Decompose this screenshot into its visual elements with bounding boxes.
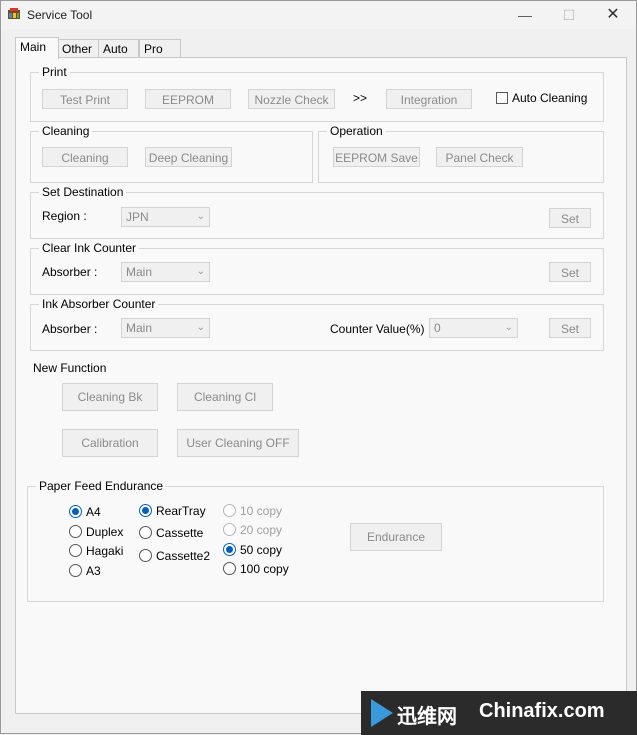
user-cleaning-off-button[interactable]: User Cleaning OFF <box>177 429 299 457</box>
watermark-arrow-icon <box>371 699 393 727</box>
radio-cassette-label: Cassette <box>156 526 204 540</box>
set-destination-legend: Set Destination <box>39 185 127 199</box>
absorber-value: Main <box>126 321 153 335</box>
paper-feed-legend: Paper Feed Endurance <box>36 479 167 493</box>
ink-absorber-counter-legend: Ink Absorber Counter <box>39 297 159 311</box>
radio-reartray-label: RearTray <box>156 504 206 518</box>
radio-duplex[interactable] <box>69 525 82 538</box>
watermark-en-text: Chinafix.com <box>479 700 605 722</box>
title-bar: Service Tool — ☐ ✕ <box>1 1 636 29</box>
tab-main[interactable]: Main <box>15 37 59 59</box>
auto-cleaning-checkbox[interactable] <box>496 92 508 104</box>
region-value: JPN <box>126 210 149 224</box>
integration-button[interactable]: Integration <box>386 89 472 109</box>
print-group: Print Test Print EEPROM Nozzle Check >> … <box>30 65 604 122</box>
counter-value-select[interactable]: 0 ⌄ <box>429 318 518 338</box>
cleaning-group: Cleaning Cleaning Deep Cleaning <box>30 124 313 183</box>
chevron-down-icon: ⌄ <box>196 211 205 222</box>
operation-group: Operation EEPROM Save Panel Check <box>318 124 604 183</box>
app-icon <box>8 8 20 19</box>
radio-a4[interactable] <box>69 505 82 518</box>
watermark-cn-text: 迅维网 <box>397 706 457 728</box>
radio-100-copy-label: 100 copy <box>240 562 289 576</box>
operation-legend: Operation <box>327 124 386 138</box>
nozzle-check-button[interactable]: Nozzle Check <box>248 89 335 109</box>
radio-cassette2-label: Cassette2 <box>156 549 211 563</box>
counter-value-label: Counter Value(%) : <box>330 322 432 336</box>
radio-100-copy[interactable] <box>223 562 236 575</box>
radio-a3[interactable] <box>69 564 82 577</box>
region-label: Region : <box>42 209 87 223</box>
radio-reartray[interactable] <box>139 504 152 517</box>
radio-cassette[interactable] <box>139 526 152 539</box>
absorber-label: Absorber : <box>42 265 98 279</box>
set-destination-set-button[interactable]: Set <box>549 208 591 228</box>
service-tool-window: Service Tool — ☐ ✕ Main Other Auto Pro P… <box>0 0 637 735</box>
new-function-title: New Function <box>33 361 107 375</box>
ink-absorber-counter-group: Ink Absorber Counter Absorber : Main ⌄ C… <box>30 297 604 351</box>
radio-a3-label: A3 <box>86 564 101 578</box>
cleaning-bk-button[interactable]: Cleaning Bk <box>62 383 158 411</box>
close-button[interactable]: ✕ <box>591 3 635 27</box>
set-destination-group: Set Destination Region : JPN ⌄ Set <box>30 185 604 239</box>
tab-auto[interactable]: Auto <box>98 39 139 58</box>
eeprom-button[interactable]: EEPROM <box>145 89 231 109</box>
radio-hagaki-label: Hagaki <box>86 544 124 558</box>
radio-10-copy-label: 10 copy <box>240 504 283 518</box>
cleaning-legend: Cleaning <box>39 124 93 138</box>
radio-50-copy[interactable] <box>223 543 236 556</box>
auto-cleaning-label: Auto Cleaning <box>512 91 588 105</box>
absorber-value: Main <box>126 265 153 279</box>
tab-other[interactable]: Other <box>57 39 99 58</box>
radio-duplex-label: Duplex <box>86 525 124 539</box>
minimize-button[interactable]: — <box>503 3 547 27</box>
clear-ink-counter-group: Clear Ink Counter Absorber : Main ⌄ Set <box>30 241 604 295</box>
radio-20-copy[interactable] <box>223 523 236 536</box>
radio-10-copy[interactable] <box>223 504 236 517</box>
cleaning-cl-button[interactable]: Cleaning Cl <box>177 383 273 411</box>
region-select[interactable]: JPN ⌄ <box>121 207 210 227</box>
chevron-down-icon: ⌄ <box>196 322 205 333</box>
chevron-down-icon: ⌄ <box>196 266 205 277</box>
print-legend: Print <box>39 65 70 79</box>
clear-ink-counter-legend: Clear Ink Counter <box>39 241 140 255</box>
window-title: Service Tool <box>27 8 93 22</box>
radio-20-copy-label: 20 copy <box>240 523 283 537</box>
radio-a4-label: A4 <box>86 505 101 519</box>
absorber-select[interactable]: Main ⌄ <box>121 262 210 282</box>
test-print-button[interactable]: Test Print <box>42 89 128 109</box>
radio-hagaki[interactable] <box>69 544 82 557</box>
absorber-label: Absorber : <box>42 322 98 336</box>
chinafix-watermark: 迅维网 Chinafix.com <box>361 691 637 735</box>
arrows-label: >> <box>353 91 368 105</box>
counter-value: 0 <box>434 321 441 335</box>
clear-ink-counter-set-button[interactable]: Set <box>549 262 591 282</box>
cleaning-button[interactable]: Cleaning <box>42 147 128 167</box>
endurance-button[interactable]: Endurance <box>350 523 442 551</box>
deep-cleaning-button[interactable]: Deep Cleaning <box>145 147 232 167</box>
chevron-down-icon: ⌄ <box>504 322 513 333</box>
calibration-button[interactable]: Calibration <box>62 429 158 457</box>
main-tab-panel: Print Test Print EEPROM Nozzle Check >> … <box>15 57 627 714</box>
maximize-button[interactable]: ☐ <box>547 3 591 27</box>
panel-check-button[interactable]: Panel Check <box>436 147 523 167</box>
eeprom-save-button[interactable]: EEPROM Save <box>333 147 420 167</box>
ink-absorber-set-button[interactable]: Set <box>549 318 591 338</box>
radio-50-copy-label: 50 copy <box>240 543 283 557</box>
paper-feed-endurance-group: Paper Feed Endurance A4 Duplex Hagaki A3… <box>27 479 604 602</box>
absorber-select[interactable]: Main ⌄ <box>121 318 210 338</box>
radio-cassette2[interactable] <box>139 549 152 562</box>
tab-pro[interactable]: Pro <box>139 39 181 58</box>
